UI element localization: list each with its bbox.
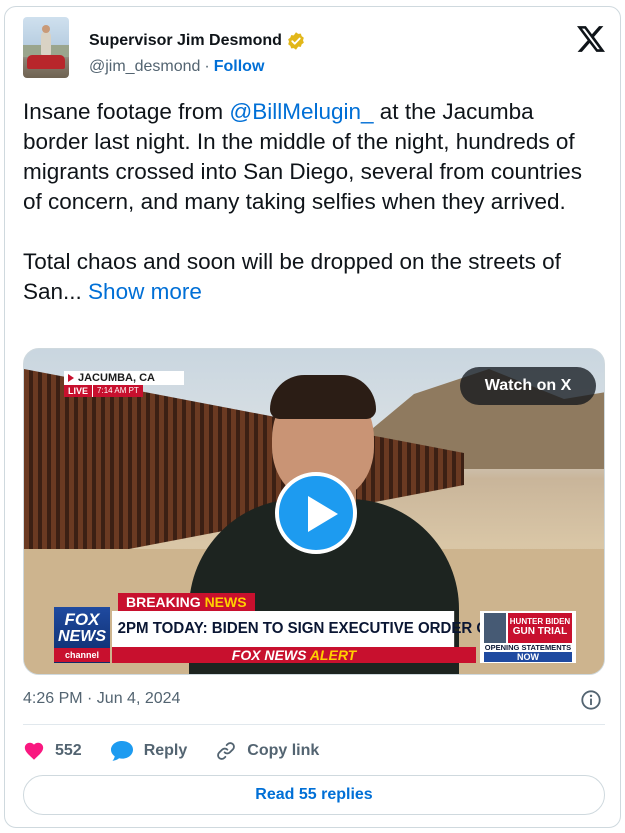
side-story-thumbnail [484, 613, 506, 643]
watch-on-x-button[interactable]: Watch on X [460, 367, 596, 405]
reporter-hair [270, 375, 376, 419]
location-bug: JACUMBA, CA LIVE 7:14 AM PT [64, 371, 184, 397]
link-icon [217, 742, 236, 760]
tweet-timestamp[interactable]: 4:26 PM · Jun 4, 2024 [23, 690, 180, 708]
live-time: 7:14 AM PT [92, 385, 143, 397]
heart-icon [24, 742, 44, 760]
copy-link-button[interactable]: Copy link [215, 740, 319, 762]
side-tag-line2: GUN TRIAL [512, 626, 568, 637]
avatar[interactable] [23, 17, 69, 78]
side-opening-statements: OPENING STATEMENTS [484, 643, 572, 652]
author-display-name[interactable]: Supervisor Jim Desmond [89, 32, 282, 50]
location-text: JACUMBA, CA [78, 372, 155, 384]
live-label: LIVE [64, 385, 93, 397]
tweet-text: Insane footage from @BillMelugin_ at the… [23, 97, 603, 307]
alert-brand: FOX NEWS [231, 647, 307, 663]
play-icon [308, 496, 338, 532]
side-story-tag: HUNTER BIDEN GUN TRIAL [508, 613, 572, 643]
mention-link[interactable]: @BillMelugin_ [229, 99, 373, 124]
alert-word: ALERT [309, 647, 357, 663]
x-logo-icon[interactable] [577, 26, 605, 52]
reply-bubble-icon [110, 741, 133, 761]
play-button[interactable] [275, 472, 357, 554]
verified-badge-icon [288, 32, 304, 50]
tweet-text-part: at the Jacumba border last night. In the… [23, 99, 582, 304]
news-headline: 2PM TODAY: BIDEN TO SIGN EXECUTIVE ORDER… [112, 611, 568, 647]
fox-news-logo: FOX NEWS channel [54, 607, 110, 663]
video-player[interactable]: JACUMBA, CA LIVE 7:14 AM PT Watch on X F… [23, 348, 605, 675]
divider [23, 724, 605, 725]
reply-button[interactable]: Reply [110, 740, 188, 762]
author-handle[interactable]: @jim_desmond [89, 58, 200, 76]
separator-dot: · [204, 58, 210, 75]
like-button[interactable]: 552 [23, 740, 82, 762]
breaking-news-word: NEWS [204, 594, 247, 610]
tweet-text-part: Insane footage from [23, 99, 230, 124]
reply-label: Reply [143, 742, 188, 759]
location-arrow-icon [68, 374, 74, 382]
action-bar: 552 Reply Copy link [23, 735, 347, 767]
tweet-card: Supervisor Jim Desmond @jim_desmond · Fo… [4, 6, 621, 828]
logo-line-fox: FOX [64, 610, 100, 629]
breaking-label: BREAKING [126, 594, 201, 610]
breaking-news-banner: BREAKING NEWS [118, 593, 255, 611]
read-replies-button[interactable]: Read 55 replies [23, 775, 605, 815]
side-now-label: NOW [484, 652, 572, 662]
follow-button[interactable]: Follow [214, 58, 265, 76]
fox-news-alert: FOX NEWS ALERT [112, 647, 476, 663]
logo-line-news: NEWS [58, 628, 106, 645]
show-more-link[interactable]: Show more [88, 279, 202, 304]
like-count: 552 [55, 742, 82, 759]
info-icon[interactable] [580, 689, 602, 711]
copy-link-label: Copy link [247, 742, 320, 759]
author-name-row: Supervisor Jim Desmond [89, 31, 306, 51]
author-handle-row: @jim_desmond · Follow [89, 58, 264, 76]
logo-line-channel: channel [54, 648, 110, 662]
side-story-box: HUNTER BIDEN GUN TRIAL OPENING STATEMENT… [480, 611, 576, 663]
